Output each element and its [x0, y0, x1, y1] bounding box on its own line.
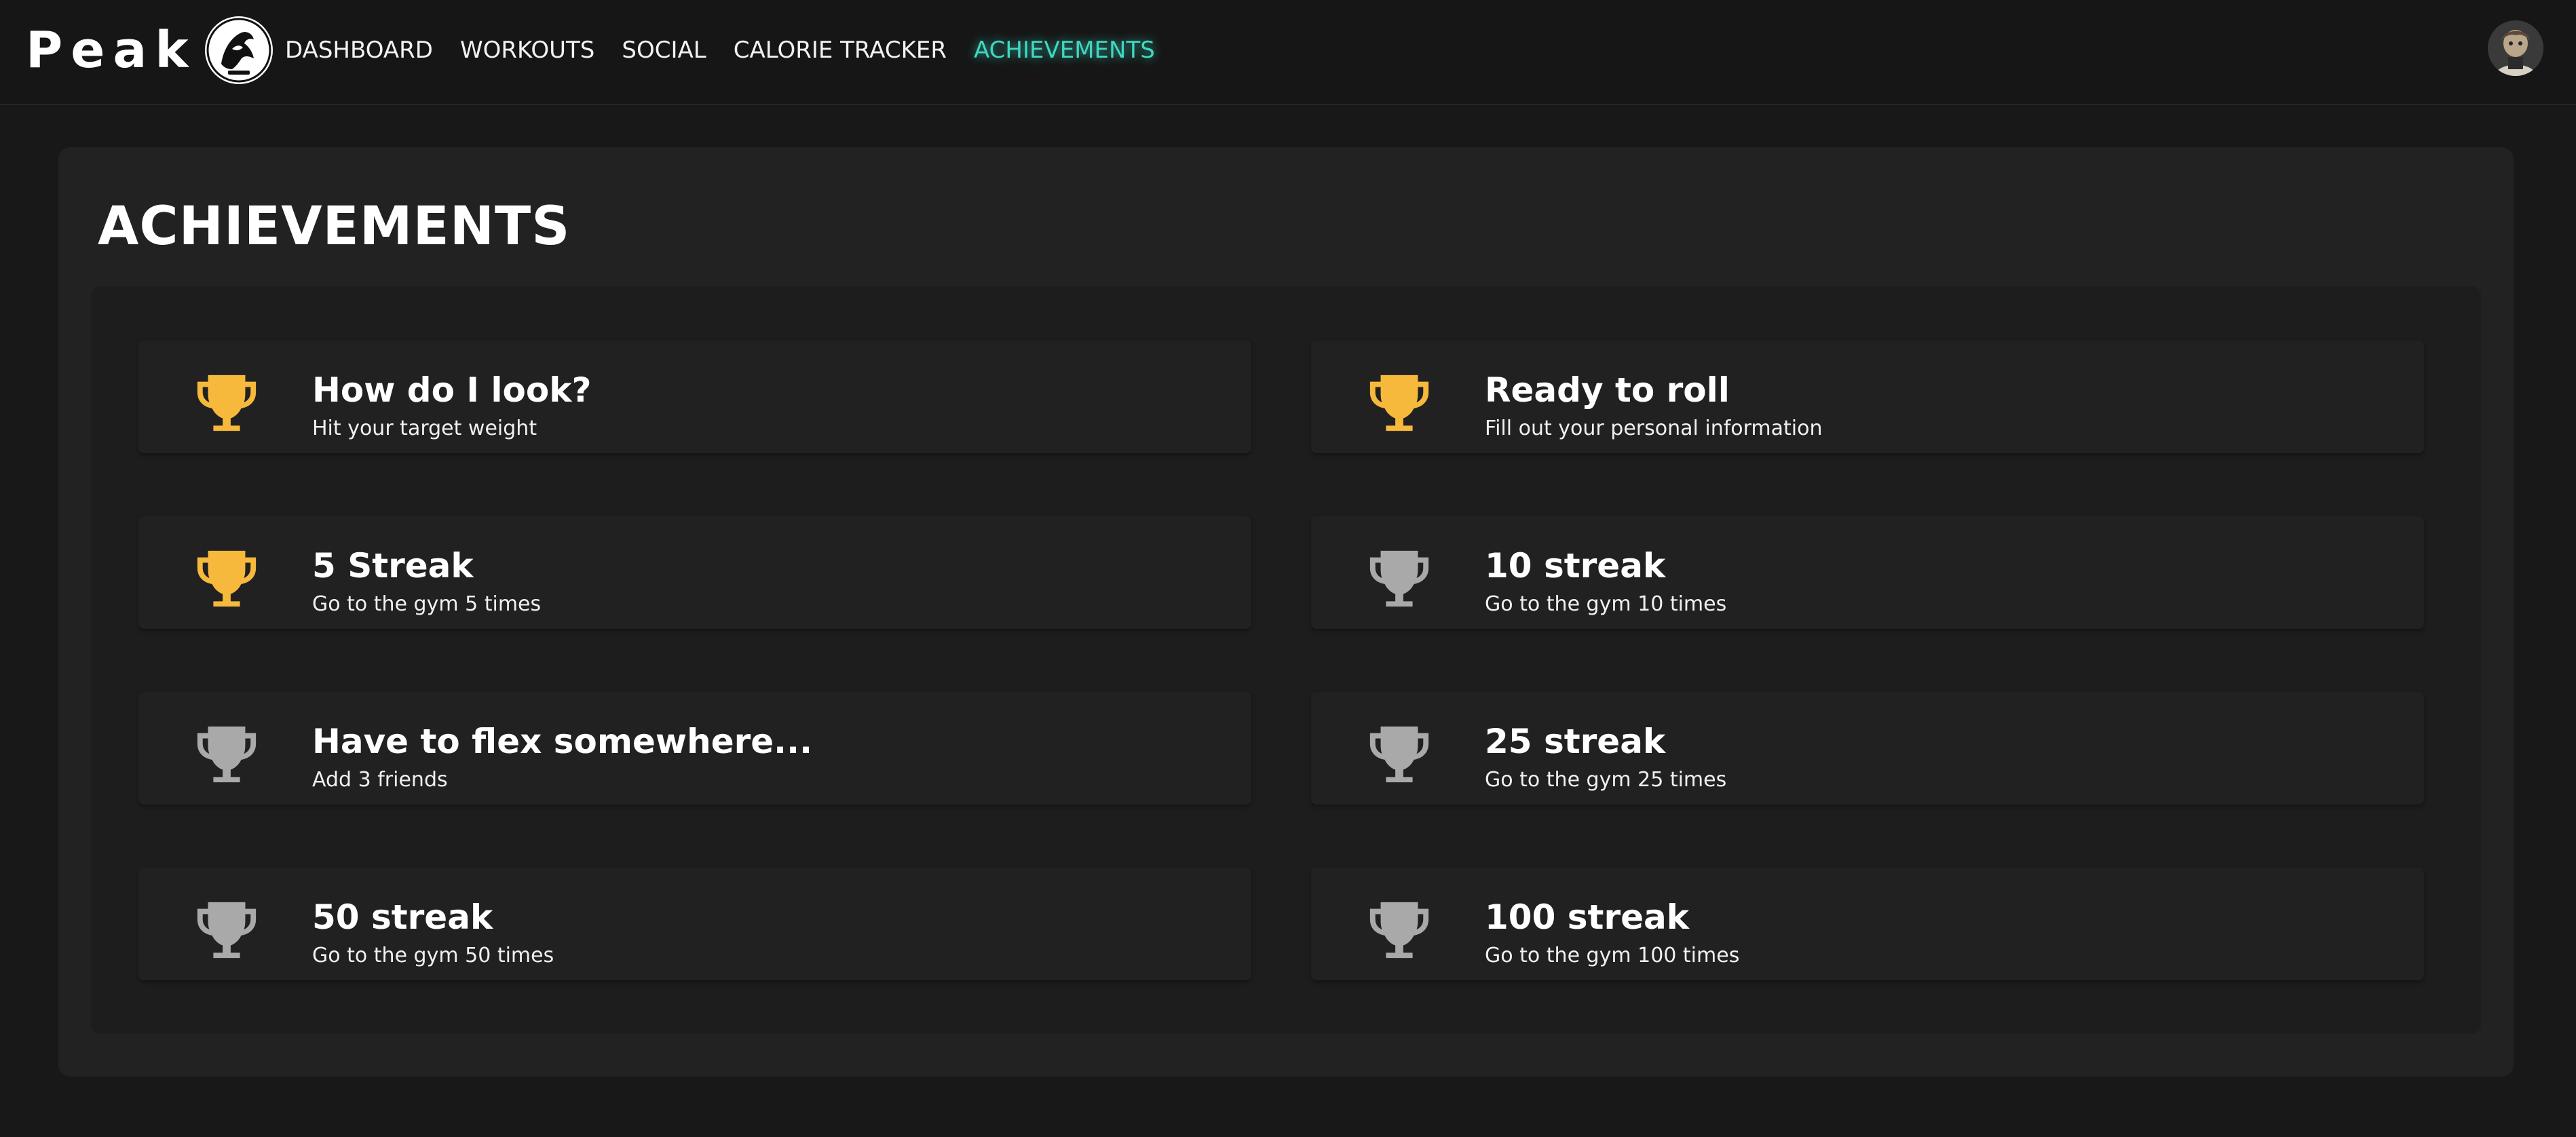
- trophy-icon: [197, 550, 257, 607]
- main-nav: DASHBOARD WORKOUTS SOCIAL CALORIE TRACKE…: [285, 0, 1182, 100]
- avatar-image-icon: [2488, 20, 2543, 76]
- achievement-card[interactable]: Have to flex somewhere... Add 3 friends: [138, 692, 1251, 805]
- achievement-description: Go to the gym 100 times: [1485, 944, 1740, 967]
- page-title: ACHIEVEMENTS: [98, 196, 571, 257]
- achievement-description: Add 3 friends: [312, 768, 448, 792]
- trophy-unlocked-shape: [197, 550, 257, 607]
- achievement-description: Go to the gym 5 times: [312, 592, 542, 616]
- achievements-grid: How do I look? Hit your target weight Read…: [91, 286, 2481, 1034]
- achievement-title: Have to flex somewhere...: [312, 722, 813, 761]
- achievement-card[interactable]: Ready to roll Fill out your personal info…: [1311, 341, 2424, 453]
- trophy-icon: [1369, 550, 1429, 607]
- achievement-card[interactable]: 5 Streak Go to the gym 5 times: [138, 516, 1251, 629]
- achievement-title: 50 streak: [312, 898, 493, 937]
- trophy-icon: [197, 726, 257, 783]
- achievement-card[interactable]: 100 streak Go to the gym 100 times: [1311, 868, 2424, 980]
- achievement-card[interactable]: 25 streak Go to the gym 25 times: [1311, 692, 2424, 805]
- trophy-icon: [197, 902, 257, 959]
- nav-link-dashboard[interactable]: DASHBOARD: [285, 37, 433, 64]
- achievement-title: 25 streak: [1485, 722, 1666, 761]
- nav-link-workouts[interactable]: WORKOUTS: [460, 37, 594, 64]
- nav-link-social[interactable]: SOCIAL: [622, 37, 706, 64]
- achievement-title: Ready to roll: [1485, 370, 1730, 410]
- trophy-icon: [1369, 726, 1429, 783]
- nav-link-calorie-tracker[interactable]: CALORIE TRACKER: [734, 37, 947, 64]
- top-navbar: Peak DASHBOARD WORKOUTS SOCIAL CALORIE T…: [0, 0, 2576, 105]
- brand-name: Peak: [26, 21, 197, 79]
- achievement-title: 100 streak: [1485, 898, 1690, 937]
- achievement-description: Go to the gym 50 times: [312, 944, 554, 967]
- trophy-locked-shape: [1369, 902, 1429, 959]
- trophy-locked-shape: [1369, 550, 1429, 607]
- achievement-card[interactable]: 10 streak Go to the gym 10 times: [1311, 516, 2424, 629]
- trophy-unlocked-shape: [1369, 374, 1429, 431]
- brand-logo: [204, 16, 273, 84]
- achievement-description: Fill out your personal information: [1485, 417, 1823, 440]
- achievement-description: Hit your target weight: [312, 417, 537, 440]
- trophy-locked-shape: [197, 902, 257, 959]
- achievement-title: How do I look?: [312, 370, 592, 410]
- brand[interactable]: Peak: [26, 12, 273, 88]
- nav-link-achievements[interactable]: ACHIEVEMENTS: [974, 37, 1155, 64]
- achievement-title: 5 Streak: [312, 546, 474, 585]
- trophy-icon: [1369, 374, 1429, 431]
- achievement-title: 10 streak: [1485, 546, 1666, 585]
- trophy-icon: [1369, 902, 1429, 959]
- peak-logo-icon: [206, 18, 271, 83]
- achievement-card[interactable]: 50 streak Go to the gym 50 times: [138, 868, 1251, 980]
- trophy-unlocked-shape: [197, 374, 257, 431]
- achievement-description: Go to the gym 10 times: [1485, 592, 1727, 616]
- trophy-locked-shape: [1369, 726, 1429, 783]
- achievements-panel: ACHIEVEMENTS How do I look? Hit your targ…: [58, 147, 2514, 1077]
- achievement-description: Go to the gym 25 times: [1485, 768, 1727, 792]
- trophy-locked-shape: [197, 726, 257, 783]
- achievement-card[interactable]: How do I look? Hit your target weight: [138, 341, 1251, 453]
- user-avatar[interactable]: [2488, 20, 2543, 76]
- trophy-icon: [197, 374, 257, 431]
